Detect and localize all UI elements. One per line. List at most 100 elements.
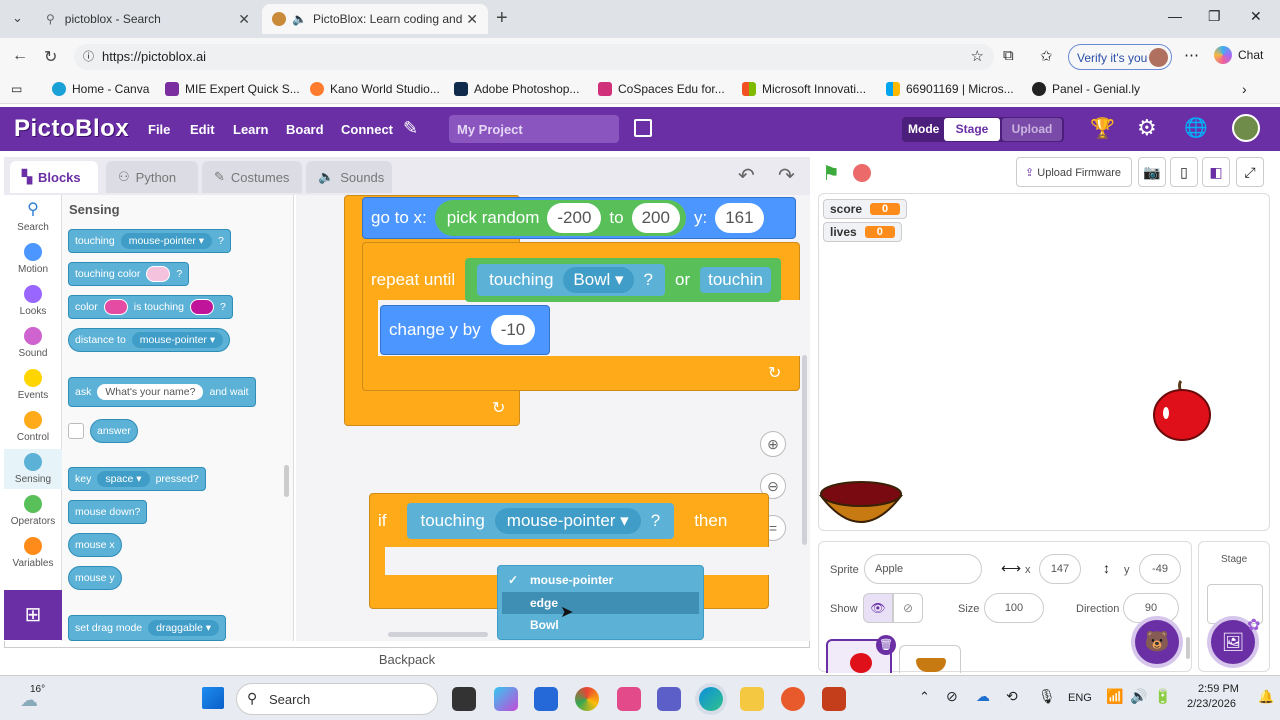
large-stage-icon[interactable]: ◧	[1202, 157, 1230, 187]
powerpoint-icon[interactable]	[822, 687, 846, 711]
collections-icon[interactable]: ▭	[11, 82, 22, 96]
block-set-drag-mode[interactable]: set drag mode draggable ▾	[68, 615, 227, 641]
touching-bowl-inner[interactable]: touching Bowl ▾ ?	[477, 264, 665, 296]
close-tab-icon[interactable]: ✕	[238, 11, 250, 28]
tab-python[interactable]: ⚇ Python	[106, 161, 198, 193]
folder-icon[interactable]	[740, 687, 764, 711]
block-distance-to[interactable]: distance to mouse-pointer ▾	[68, 328, 231, 352]
undo-icon[interactable]: ↶	[738, 163, 755, 188]
new-tab-icon[interactable]: +	[496, 7, 508, 30]
category-events[interactable]: Events	[4, 369, 62, 401]
dropdown-item-mouse-pointer[interactable]: ✓ mouse-pointer	[502, 569, 699, 591]
notifications-icon[interactable]: 🔔	[1258, 689, 1274, 705]
color-swatch[interactable]	[146, 266, 171, 282]
battery-icon[interactable]: 🔋	[1154, 688, 1171, 705]
block-change-y[interactable]: change y by -10	[380, 305, 550, 355]
mode-upload-button[interactable]: Upload	[1002, 118, 1062, 141]
backpack-bar[interactable]: Backpack	[4, 647, 810, 671]
favorites-icon[interactable]: ✩	[1040, 47, 1053, 65]
minimize-icon[interactable]: —	[1168, 8, 1182, 24]
category-control[interactable]: Control	[4, 411, 62, 443]
y-input[interactable]: 161	[715, 203, 764, 233]
sprite-thumb-bowl[interactable]	[899, 645, 961, 673]
drag-mode-dropdown[interactable]: draggable ▾	[148, 620, 220, 636]
site-info-icon[interactable]: ⓘ	[83, 44, 94, 70]
y-input[interactable]: -49	[1139, 554, 1181, 584]
mode-stage-button[interactable]: Stage	[944, 118, 1000, 141]
verify-button[interactable]: Verify it's you	[1068, 44, 1172, 70]
redo-icon[interactable]: ↷	[778, 163, 795, 188]
bowl-dropdown[interactable]: Bowl ▾	[563, 267, 634, 293]
block-mouse-down[interactable]: mouse down?	[68, 500, 148, 524]
scripts-scrollbar[interactable]	[802, 355, 807, 545]
volume-icon[interactable]: 🔊	[1130, 688, 1147, 705]
menu-learn[interactable]: Learn	[233, 122, 268, 137]
chrome-icon[interactable]	[575, 687, 599, 711]
change-y-input[interactable]: -10	[490, 315, 536, 345]
bookmark-microsoft[interactable]: Microsoft Innovati...	[742, 82, 866, 96]
answer-checkbox[interactable]	[68, 423, 84, 439]
browser-tab-pictoblox[interactable]: 🔈 PictoBlox: Learn coding and p ✕	[262, 4, 488, 34]
block-answer[interactable]: answer	[90, 419, 138, 443]
category-search[interactable]: ⚲ Search	[4, 201, 62, 233]
category-motion[interactable]: Motion	[4, 243, 62, 275]
menu-edit[interactable]: Edit	[190, 122, 215, 137]
palette-scrollbar[interactable]	[284, 465, 289, 497]
random-from-input[interactable]: -200	[547, 203, 602, 233]
color-swatch[interactable]	[189, 299, 214, 315]
block-pick-random[interactable]: pick random -200 to 200	[434, 200, 686, 236]
touching-target-dropdown[interactable]: mouse-pointer ▾	[120, 233, 213, 249]
browser-tab-search[interactable]: ⚲ pictoblox - Search ✕	[36, 4, 260, 34]
tab-costumes[interactable]: ✎ Costumes	[202, 161, 302, 193]
bookmark-photoshop[interactable]: Adobe Photoshop...	[454, 82, 579, 96]
chevron-right-icon[interactable]: ›	[1242, 81, 1247, 97]
block-touching-mouse[interactable]: touching mouse-pointer ▾ ?	[406, 503, 675, 539]
copilot-chat-button[interactable]: Chat	[1214, 46, 1263, 64]
block-color-touching-color[interactable]: color is touching ?	[68, 295, 233, 319]
block-mouse-y[interactable]: mouse y	[68, 566, 122, 590]
user-avatar[interactable]	[1232, 114, 1260, 142]
refresh-icon[interactable]: ↻	[44, 47, 57, 67]
back-icon[interactable]: ←	[12, 47, 28, 65]
bookmark-mie[interactable]: MIE Expert Quick S...	[165, 82, 300, 96]
category-operators[interactable]: Operators	[4, 495, 62, 527]
tab-list-icon[interactable]: ⌄	[12, 10, 23, 26]
clock-time[interactable]: 2:59 PM	[1198, 683, 1239, 695]
extensions-icon[interactable]: ⧉	[1003, 47, 1014, 64]
key-dropdown[interactable]: space ▾	[97, 471, 150, 487]
sprite-thumb-apple[interactable]: 🗑	[826, 635, 896, 673]
block-touching[interactable]: touching mouse-pointer ▾ ?	[68, 229, 231, 253]
small-stage-icon[interactable]: ▯	[1170, 157, 1198, 187]
extension-plug-icon[interactable]: ✎	[403, 118, 418, 139]
size-input[interactable]: 100	[984, 593, 1044, 623]
globe-icon[interactable]: 🌐	[1184, 116, 1208, 140]
upload-firmware-button[interactable]: ⇪ Upload Firmware	[1016, 157, 1132, 187]
wifi-icon[interactable]: 📶	[1106, 688, 1123, 705]
menu-connect[interactable]: Connect	[341, 122, 393, 137]
tab-blocks[interactable]: ▚ Blocks	[10, 161, 98, 193]
bookmark-kano[interactable]: Kano World Studio...	[310, 82, 440, 96]
stage-canvas[interactable]: score 0 lives 0	[818, 193, 1270, 531]
dropdown-item-bowl[interactable]: Bowl	[502, 614, 699, 636]
green-flag-icon[interactable]: ⚑	[822, 161, 840, 186]
clock-date[interactable]: 2/23/2026	[1187, 698, 1236, 710]
file-explorer-task-icon[interactable]	[452, 687, 476, 711]
windows-start-icon[interactable]	[202, 687, 224, 709]
block-touching-color[interactable]: touching color ?	[68, 262, 190, 286]
show-hidden-button[interactable]: ⊘	[893, 593, 923, 623]
tab-sounds[interactable]: 🔈 Sounds	[306, 161, 392, 193]
zoom-in-icon[interactable]: ⊕	[760, 431, 786, 457]
block-go-to-xy[interactable]: go to x: pick random -200 to 200 y: 161	[362, 197, 796, 239]
sprite-list-scrollbar[interactable]	[1186, 637, 1190, 659]
apple-sprite[interactable]	[1151, 379, 1213, 443]
scripts-h-scrollbar[interactable]	[388, 632, 488, 637]
more-options-icon[interactable]: ⋯	[1184, 46, 1199, 64]
bowl-sprite[interactable]	[819, 478, 903, 532]
url-field[interactable]: ⓘ https://pictoblox.ai ☆	[74, 44, 994, 70]
menu-board[interactable]: Board	[286, 122, 324, 137]
app-icon[interactable]	[781, 687, 805, 711]
close-tab-icon[interactable]: ✕	[466, 11, 478, 28]
camera-icon[interactable]: 📷	[1138, 157, 1166, 187]
distance-target-dropdown[interactable]: mouse-pointer ▾	[131, 332, 224, 348]
mouse-pointer-dropdown[interactable]: mouse-pointer ▾	[494, 508, 641, 534]
